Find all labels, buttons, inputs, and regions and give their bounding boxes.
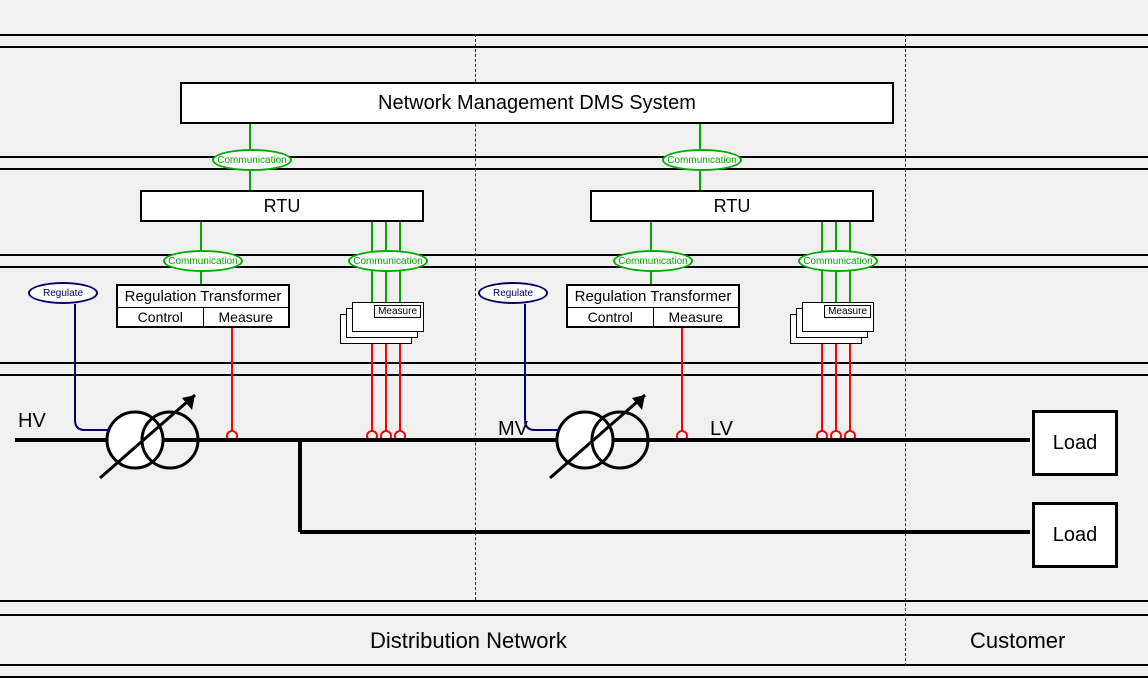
comm-label: Communication bbox=[667, 155, 736, 166]
grid-line bbox=[0, 34, 1148, 36]
regulate-ellipse: Regulate bbox=[28, 282, 98, 304]
grid-line bbox=[0, 600, 1148, 602]
load-box-2: Load bbox=[1032, 502, 1118, 568]
load-label: Load bbox=[1053, 524, 1098, 547]
load-box-1: Load bbox=[1032, 410, 1118, 476]
reg-tx-title: Regulation Transformer bbox=[118, 286, 288, 307]
grid-line bbox=[0, 156, 1148, 158]
measure-card-label: Measure bbox=[824, 305, 871, 318]
lv-label: LV bbox=[710, 418, 733, 441]
grid-line bbox=[0, 362, 1148, 364]
grid-line bbox=[0, 374, 1148, 376]
rtu-label: RTU bbox=[714, 196, 751, 217]
grid-line bbox=[0, 168, 1148, 170]
grid-line bbox=[0, 614, 1148, 616]
reg-tx-title: Regulation Transformer bbox=[568, 286, 738, 307]
customer-label: Customer bbox=[970, 628, 1065, 654]
comm-ellipse: Communication bbox=[662, 149, 742, 171]
reg-tx-measure: Measure bbox=[654, 308, 739, 326]
comm-label: Communication bbox=[217, 155, 286, 166]
mv-label: MV bbox=[498, 418, 528, 441]
rtu-label: RTU bbox=[264, 196, 301, 217]
measure-card: Measure bbox=[352, 302, 424, 332]
comm-ellipse: Communication bbox=[212, 149, 292, 171]
nms-box: Network Management DMS System bbox=[180, 82, 894, 124]
measure-stack-left: Measure bbox=[340, 302, 430, 346]
reg-tx-control: Control bbox=[568, 308, 654, 326]
diagram: Network Management DMS System Communicat… bbox=[0, 0, 1148, 678]
regulate-label: Regulate bbox=[43, 288, 83, 299]
reg-tx-measure: Measure bbox=[204, 308, 289, 326]
rtu-right: RTU bbox=[590, 190, 874, 222]
comm-label: Communication bbox=[803, 256, 872, 267]
reg-transformer-right: Regulation Transformer Control Measure bbox=[566, 284, 740, 328]
comm-label: Communication bbox=[168, 256, 237, 267]
reg-tx-control: Control bbox=[118, 308, 204, 326]
grid-line bbox=[0, 664, 1148, 666]
divider-right bbox=[905, 34, 906, 666]
comm-ellipse: Communication bbox=[613, 250, 693, 272]
grid-line bbox=[0, 46, 1148, 48]
rtu-left: RTU bbox=[140, 190, 424, 222]
nms-label: Network Management DMS System bbox=[378, 92, 696, 115]
comm-ellipse: Communication bbox=[798, 250, 878, 272]
comm-ellipse: Communication bbox=[348, 250, 428, 272]
distribution-label: Distribution Network bbox=[370, 628, 567, 654]
regulate-label: Regulate bbox=[493, 288, 533, 299]
comm-label: Communication bbox=[353, 256, 422, 267]
comm-ellipse: Communication bbox=[163, 250, 243, 272]
load-label: Load bbox=[1053, 432, 1098, 455]
reg-transformer-left: Regulation Transformer Control Measure bbox=[116, 284, 290, 328]
measure-card-label: Measure bbox=[374, 305, 421, 318]
measure-card: Measure bbox=[802, 302, 874, 332]
hv-label: HV bbox=[18, 410, 46, 433]
regulate-ellipse: Regulate bbox=[478, 282, 548, 304]
measure-stack-right: Measure bbox=[790, 302, 880, 346]
comm-label: Communication bbox=[618, 256, 687, 267]
